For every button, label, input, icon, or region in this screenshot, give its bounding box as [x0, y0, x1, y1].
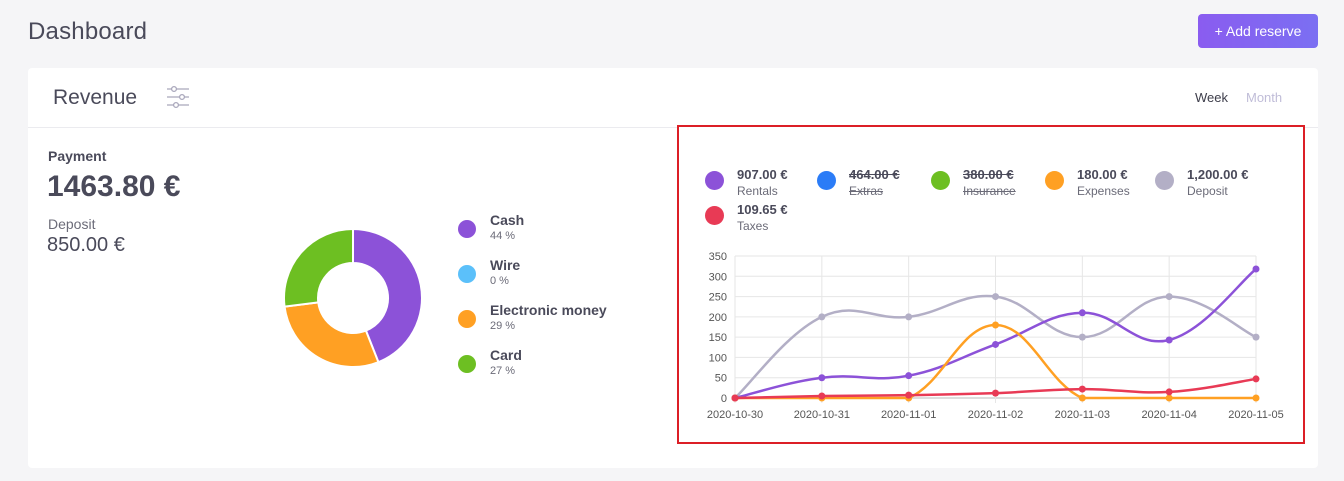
legend-item-electronic-money[interactable]: Electronic money 29 %	[458, 302, 658, 342]
legend-dot	[458, 310, 476, 328]
y-tick-label: 50	[715, 373, 727, 385]
data-point-taxes[interactable]	[1078, 385, 1086, 393]
revenue-title: Revenue	[53, 86, 138, 109]
data-point-taxes[interactable]	[992, 389, 999, 397]
add-reserve-button[interactable]: + Add reserve	[1198, 14, 1318, 48]
legend-label: Cash	[490, 212, 525, 228]
data-point-taxes[interactable]	[1252, 375, 1260, 383]
payment-amount: 1463.80 €	[47, 170, 181, 203]
legend-item-cash[interactable]: Cash 44 %	[458, 212, 658, 252]
y-tick-label: 150	[709, 332, 727, 344]
x-tick-label: 2020-11-01	[881, 409, 936, 421]
x-tick-label: 2020-10-31	[794, 409, 850, 421]
y-tick-label: 300	[709, 271, 727, 283]
legend-label: Card	[490, 347, 522, 363]
payment-methods-donut-chart	[283, 228, 423, 368]
x-tick-label: 2020-10-30	[707, 409, 763, 421]
donut-slice-card[interactable]	[283, 228, 354, 308]
data-point-rentals[interactable]	[1165, 336, 1173, 344]
deposit-amount: 850.00 €	[47, 234, 125, 256]
legend-percent: 44 %	[490, 230, 516, 242]
data-point-taxes[interactable]	[1165, 388, 1173, 396]
data-point-rentals[interactable]	[818, 374, 826, 382]
data-point-deposit[interactable]	[1252, 333, 1260, 341]
y-tick-label: 100	[709, 352, 727, 364]
deposit-label: Deposit	[48, 216, 96, 232]
legend-label: Wire	[490, 257, 521, 273]
data-point-deposit[interactable]	[992, 293, 999, 301]
tab-month[interactable]: Month	[1246, 90, 1282, 105]
legend-dot	[458, 220, 476, 238]
y-tick-label: 0	[721, 393, 727, 405]
legend-item-card[interactable]: Card 27 %	[458, 347, 658, 387]
x-tick-label: 2020-11-04	[1141, 409, 1196, 421]
page-title: Dashboard	[28, 18, 148, 45]
legend-percent: 29 %	[490, 320, 516, 332]
data-point-expenses[interactable]	[1252, 394, 1260, 402]
payment-label: Payment	[48, 148, 107, 164]
sliders-icon[interactable]	[165, 84, 191, 110]
legend-dot	[458, 355, 476, 373]
y-tick-label: 200	[709, 312, 727, 324]
data-point-rentals[interactable]	[905, 372, 913, 380]
legend-percent: 0 %	[490, 275, 509, 287]
data-point-deposit[interactable]	[1078, 333, 1086, 341]
legend-item-wire[interactable]: Wire 0 %	[458, 257, 658, 297]
data-point-rentals[interactable]	[992, 340, 999, 348]
data-point-rentals[interactable]	[1078, 309, 1086, 317]
y-tick-label: 250	[709, 292, 727, 304]
donut-slice-electronic-money[interactable]	[283, 301, 380, 368]
data-point-taxes[interactable]	[731, 394, 739, 402]
legend-dot	[458, 265, 476, 283]
data-point-deposit[interactable]	[818, 313, 826, 321]
legend-percent: 27 %	[490, 365, 516, 377]
revenue-line-chart: 0 50 100 150 200 250 300 350 2020-10-30 2020-10-3…	[707, 251, 1284, 421]
x-tick-label: 2020-11-05	[1228, 409, 1283, 421]
data-point-expenses[interactable]	[1078, 394, 1086, 402]
data-point-taxes[interactable]	[905, 391, 913, 399]
data-point-deposit[interactable]	[905, 313, 913, 321]
tab-week[interactable]: Week	[1195, 90, 1228, 105]
data-point-expenses[interactable]	[992, 321, 999, 329]
y-tick-label: 350	[709, 251, 727, 263]
x-tick-label: 2020-11-03	[1055, 409, 1110, 421]
data-point-expenses[interactable]	[1165, 394, 1173, 402]
x-tick-label: 2020-11-02	[968, 409, 1023, 421]
data-point-taxes[interactable]	[818, 392, 826, 400]
revenue-card-header: Revenue Week Month	[28, 68, 1318, 128]
revenue-line-chart-panel: 907.00 € Rentals 464.00 € Extras 380.00 …	[677, 125, 1305, 444]
data-point-deposit[interactable]	[1165, 293, 1173, 301]
legend-label: Electronic money	[490, 302, 607, 318]
data-point-rentals[interactable]	[1252, 265, 1260, 273]
